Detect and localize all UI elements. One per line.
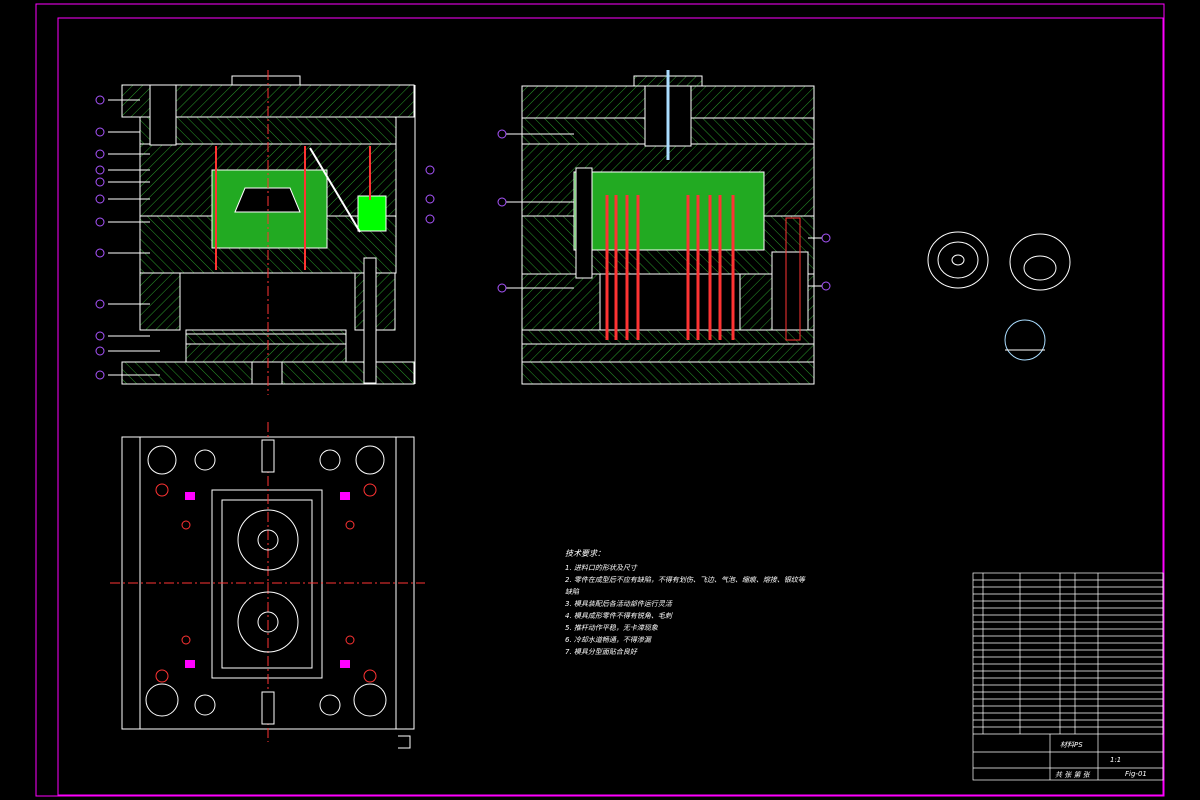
note-line: 2. 零件在成型后不应有缺陷，不得有划伤、飞边、气泡、缩痕、熔接、银纹等	[565, 576, 805, 584]
note-line: 5. 推杆动作平稳，无卡滞现象	[565, 624, 658, 632]
note-line: 3. 模具装配后各活动部件运行灵活	[565, 600, 672, 608]
cad-drawing-canvas	[35, 3, 1165, 797]
front-section-view	[95, 70, 435, 395]
scale-label: 1:1	[1110, 756, 1122, 764]
plan-view	[110, 422, 425, 742]
notes-title: 技术要求：	[565, 549, 605, 558]
note-line: 缺陷	[565, 588, 579, 596]
side-section-view	[497, 70, 831, 385]
drawing-number: Fig-01	[1125, 770, 1147, 778]
note-line: 1. 进料口的形状及尺寸	[565, 564, 637, 572]
technical-notes: 技术要求： 1. 进料口的形状及尺寸 2. 零件在成型后不应有缺陷，不得有划伤、…	[565, 548, 815, 658]
sheet-label: 共 张 第 张	[1055, 771, 1090, 779]
note-line: 7. 模具分型面贴合良好	[565, 648, 637, 656]
part-views	[927, 231, 1071, 361]
note-line: 4. 模具成形零件不得有锐角、毛刺	[565, 612, 672, 620]
corner-mark	[398, 735, 411, 749]
note-line: 6. 冷却水道畅通，不得渗漏	[565, 636, 651, 644]
material-label: 材料PS	[1060, 741, 1083, 749]
